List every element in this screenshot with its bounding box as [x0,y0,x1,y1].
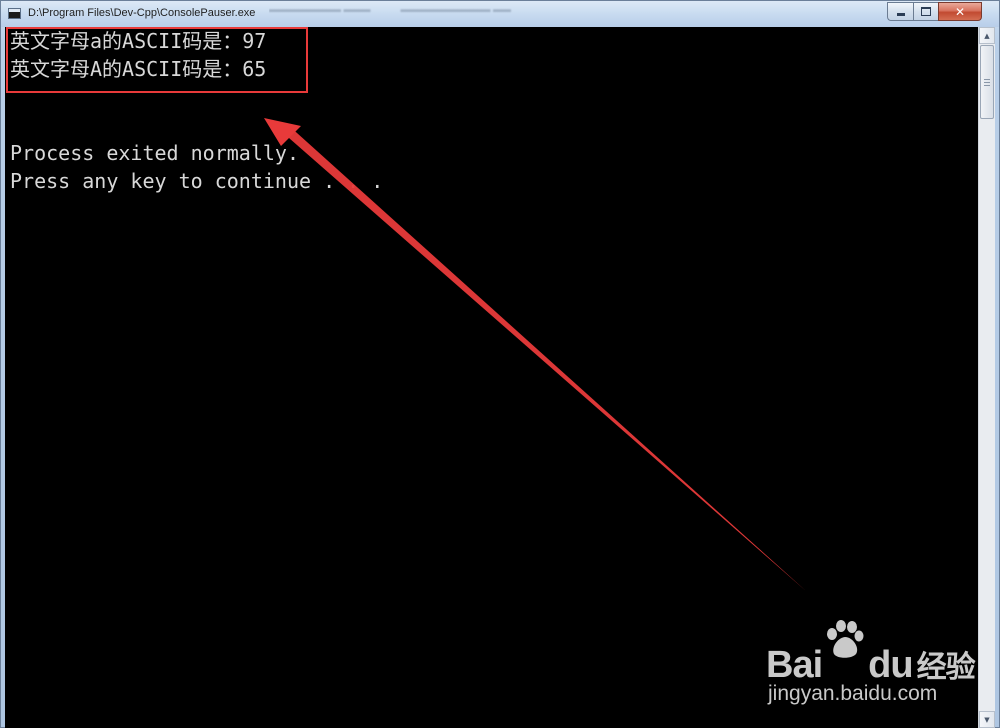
grip-line [984,82,990,83]
vertical-scrollbar[interactable]: ▲ ▼ [978,27,995,728]
close-button[interactable]: ✕ [938,2,982,21]
maximize-button[interactable] [913,2,938,21]
triangle-down-icon: ▼ [984,715,990,724]
console-window: D:\Program Files\Dev-Cpp\ConsolePauser.e… [0,0,1000,728]
console-app-icon[interactable] [8,8,21,19]
scroll-down-button[interactable]: ▼ [979,711,995,728]
window-title: D:\Program Files\Dev-Cpp\ConsolePauser.e… [28,7,256,19]
scrollbar-thumb[interactable] [980,45,994,119]
title-bar-blur: ▬▬▬▬▬▬▬▬ ▬▬▬ ▬▬▬▬▬▬▬▬▬▬ ▬▬ [269,4,512,14]
minimize-button[interactable] [887,2,913,21]
close-icon: ✕ [954,4,966,19]
scroll-up-button[interactable]: ▲ [979,27,995,44]
caption-buttons: ✕ [887,2,982,21]
grip-line [984,85,990,86]
grip-line [984,79,990,80]
console-line: Press any key to continue . . . [10,169,384,193]
maximize-icon [921,7,931,16]
console-line: Process exited normally. [10,141,299,165]
minimize-icon [896,13,905,16]
highlight-box [6,27,308,93]
triangle-up-icon: ▲ [984,31,990,40]
title-bar[interactable]: D:\Program Files\Dev-Cpp\ConsolePauser.e… [1,1,999,27]
console-output[interactable]: 英文字母a的ASCII码是：97 英文字母A的ASCII码是：65 Proces… [5,27,978,728]
